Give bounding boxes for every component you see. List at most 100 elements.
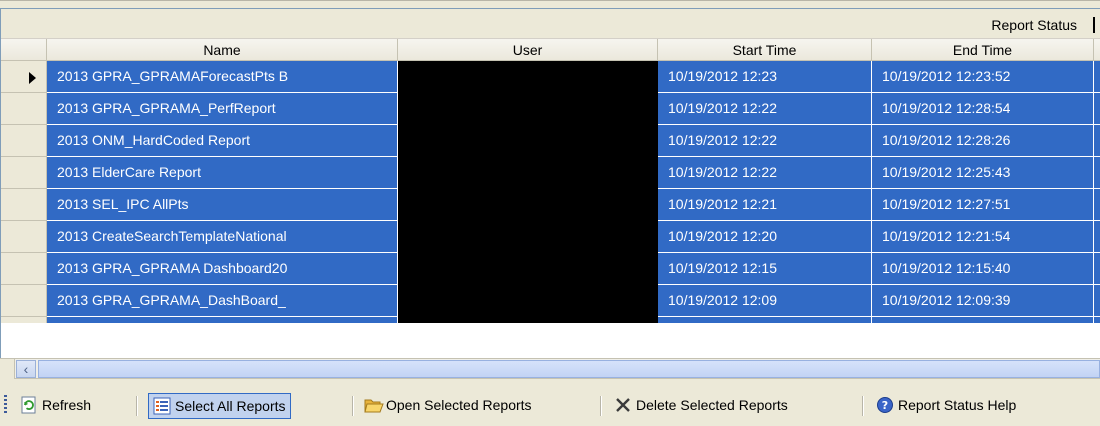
cell-end[interactable]: 10/19/2012 12:25:43 [872, 157, 1094, 189]
open-selected-reports-label: Open Selected Reports [386, 397, 532, 413]
report-status-help-label: Report Status Help [898, 397, 1017, 413]
row-header[interactable] [1, 221, 47, 253]
horizontal-scrollbar[interactable]: ‹ [0, 358, 1100, 379]
cell-name[interactable]: 2013 GPRA_GPRAMA_PerfReport [47, 93, 398, 125]
window-top-edge [0, 0, 1100, 8]
cell-extra[interactable] [1094, 253, 1100, 285]
cell-user-redacted[interactable] [398, 61, 658, 93]
row-header[interactable] [1, 253, 47, 285]
cell-end[interactable]: 10/19/2012 12:28:54 [872, 93, 1094, 125]
current-row-arrow-icon [29, 72, 36, 84]
cell-start[interactable]: 10/19/2012 12:20 [658, 221, 872, 253]
toolbar-separator [862, 396, 864, 416]
report-status-help-button[interactable]: ? Report Status Help [872, 393, 1020, 419]
caption-separator [1093, 17, 1095, 33]
row-header[interactable] [1, 125, 47, 157]
cell-name[interactable]: 2013 ElderCare Report [47, 157, 398, 189]
cell-extra[interactable] [1094, 93, 1100, 125]
row-header[interactable] [1, 61, 47, 93]
open-selected-reports-button[interactable]: Open Selected Reports [360, 393, 536, 419]
column-header-start-time[interactable]: Start Time [658, 39, 872, 61]
cell-extra[interactable] [1094, 157, 1100, 189]
cell-name[interactable]: 2013 ONM_HardCoded Report [47, 125, 398, 157]
cell-name[interactable] [47, 317, 398, 323]
grid-caption-title: Report Status [991, 17, 1077, 33]
cell-start[interactable]: 10/19/2012 12:21 [658, 189, 872, 221]
cell-start[interactable]: 10/19/2012 12:15 [658, 253, 872, 285]
table-row-partial[interactable] [1, 317, 1100, 323]
cell-start[interactable]: 10/19/2012 12:22 [658, 93, 872, 125]
cell-start[interactable]: 10/19/2012 12:22 [658, 125, 872, 157]
cell-name[interactable]: 2013 SEL_IPC AllPts [47, 189, 398, 221]
cell-user-redacted[interactable] [398, 125, 658, 157]
column-header-user[interactable]: User [398, 39, 658, 61]
cell-extra[interactable] [1094, 61, 1100, 93]
toolbar-grip[interactable] [4, 395, 7, 415]
cell-end[interactable]: 10/19/2012 12:15:40 [872, 253, 1094, 285]
table-row[interactable]: 2013 ElderCare Report 10/19/2012 12:22 10/… [1, 157, 1100, 189]
cell-extra[interactable] [1094, 317, 1100, 323]
row-header[interactable] [1, 189, 47, 221]
refresh-label: Refresh [42, 397, 92, 413]
column-header-next[interactable] [1094, 39, 1100, 61]
scroll-thumb[interactable] [38, 360, 1100, 378]
grid-caption: Report Status [1, 9, 1100, 39]
cell-end[interactable]: 10/19/2012 12:28:26 [872, 125, 1094, 157]
refresh-icon [20, 396, 38, 414]
cell-user[interactable] [398, 317, 658, 323]
cell-start[interactable]: 10/19/2012 12:22 [658, 157, 872, 189]
cell-user-redacted[interactable] [398, 189, 658, 221]
toolbar: Refresh Select All Reports Open Selected… [0, 379, 1100, 426]
row-header[interactable] [1, 93, 47, 125]
list-icon [153, 397, 171, 415]
delete-selected-reports-label: Delete Selected Reports [636, 397, 788, 413]
table-row[interactable]: 2013 GPRA_GPRAMAForecastPts B 10/19/2012 … [1, 61, 1100, 93]
cell-extra[interactable] [1094, 221, 1100, 253]
row-header[interactable] [1, 285, 47, 317]
row-header[interactable] [1, 157, 47, 189]
column-header-end-time[interactable]: End Time [872, 39, 1094, 61]
cell-name[interactable]: 2013 GPRA_GPRAMAForecastPts B [47, 61, 398, 93]
cell-end[interactable]: 10/19/2012 12:27:51 [872, 189, 1094, 221]
cell-user-redacted[interactable] [398, 221, 658, 253]
cell-name[interactable]: 2013 GPRA_GPRAMA Dashboard20 [47, 253, 398, 285]
cell-end[interactable]: 10/19/2012 12:23:52 [872, 61, 1094, 93]
scroll-left-button[interactable]: ‹ [16, 360, 36, 378]
cell-extra[interactable] [1094, 125, 1100, 157]
cell-start[interactable] [658, 317, 872, 323]
column-header-row: Name User Start Time End Time [1, 39, 1100, 61]
cell-extra[interactable] [1094, 285, 1100, 317]
row-header-corner [1, 39, 47, 61]
folder-open-icon [364, 396, 384, 414]
table-row[interactable]: 2013 GPRA_GPRAMA_PerfReport 10/19/2012 12… [1, 93, 1100, 125]
table-row[interactable]: 2013 SEL_IPC AllPts 10/19/2012 12:21 10/19… [1, 189, 1100, 221]
cell-extra[interactable] [1094, 189, 1100, 221]
table-row[interactable]: 2013 GPRA_GPRAMA_DashBoard_ 10/19/2012 12… [1, 285, 1100, 317]
column-header-name[interactable]: Name [47, 39, 398, 61]
delete-x-icon [614, 396, 632, 414]
row-header[interactable] [1, 317, 47, 323]
cell-user-redacted[interactable] [398, 93, 658, 125]
cell-name[interactable]: 2013 CreateSearchTemplateNational [47, 221, 398, 253]
refresh-button[interactable]: Refresh [16, 393, 95, 419]
cell-name[interactable]: 2013 GPRA_GPRAMA_DashBoard_ [47, 285, 398, 317]
cell-end[interactable]: 10/19/2012 12:21:54 [872, 221, 1094, 253]
cell-end[interactable] [872, 317, 1094, 323]
delete-selected-reports-button[interactable]: Delete Selected Reports [610, 393, 792, 419]
cell-user-redacted[interactable] [398, 157, 658, 189]
table-row[interactable]: 2013 ONM_HardCoded Report 10/19/2012 12:2… [1, 125, 1100, 157]
report-status-grid[interactable]: Report Status Name User Start Time End T… [0, 8, 1100, 358]
cell-user-redacted[interactable] [398, 253, 658, 285]
toolbar-separator [136, 396, 138, 416]
table-row[interactable]: 2013 GPRA_GPRAMA Dashboard20 10/19/2012 1… [1, 253, 1100, 285]
select-all-reports-button[interactable]: Select All Reports [148, 393, 291, 419]
cell-start[interactable]: 10/19/2012 12:23 [658, 61, 872, 93]
svg-text:?: ? [882, 399, 888, 412]
cell-user-redacted[interactable] [398, 285, 658, 317]
cell-end[interactable]: 10/19/2012 12:09:39 [872, 285, 1094, 317]
table-row[interactable]: 2013 CreateSearchTemplateNational 10/19/2… [1, 221, 1100, 253]
toolbar-separator [352, 396, 354, 416]
select-all-reports-label: Select All Reports [175, 398, 286, 414]
cell-start[interactable]: 10/19/2012 12:09 [658, 285, 872, 317]
scrollbar-corner [0, 359, 15, 379]
